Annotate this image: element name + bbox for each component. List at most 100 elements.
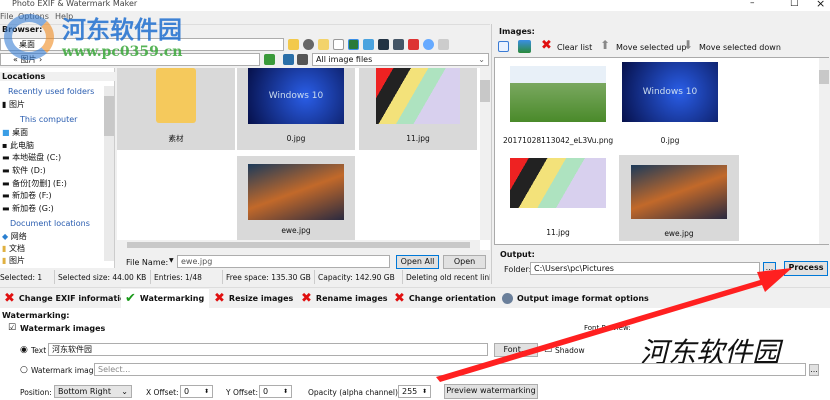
divider — [0, 24, 490, 25]
image-thumbnail — [510, 158, 606, 208]
chevron-down-icon: ⌄ — [121, 387, 128, 396]
tab-rename-images[interactable]: ✖ Rename images — [297, 289, 388, 308]
locations-panel: Locations Recently used folders ▮ 图片 Thi… — [0, 68, 115, 268]
arrow-up-icon: ⬆ — [600, 38, 611, 52]
location-item[interactable]: ▬ 软件 (D:) — [2, 165, 46, 176]
location-item[interactable]: ▬ 新加卷 (G:) — [2, 203, 54, 214]
menu-file[interactable]: File — [0, 12, 13, 21]
text-radio[interactable]: ◉ — [20, 345, 28, 355]
process-button[interactable]: Process — [784, 261, 828, 276]
image-radio-label: Watermark image — [31, 366, 99, 375]
watermark-checkbox[interactable]: ☑ — [8, 323, 16, 333]
locations-scrollbar[interactable] — [104, 86, 114, 261]
open-button[interactable]: Open — [443, 255, 486, 269]
stepper-arrows-icon[interactable]: ⬍ — [422, 387, 427, 397]
location-item[interactable]: ■ 桌面 — [2, 127, 28, 138]
stepper-arrows-icon[interactable]: ⬍ — [204, 387, 209, 397]
image-list-item[interactable]: ewe.jpg — [619, 155, 739, 241]
dropdown-arrow-icon[interactable]: ▼ — [169, 257, 174, 264]
watermark-text-input[interactable]: 河东软件园 — [48, 343, 488, 356]
image-radio[interactable]: ○ — [20, 365, 28, 375]
watermark-image-browse[interactable]: ... — [809, 364, 819, 376]
location-item[interactable]: ▪ 此电脑 — [2, 140, 34, 151]
details-icon[interactable] — [363, 39, 374, 50]
location-item[interactable]: ▬ 备份[勿删] (E:) — [2, 178, 67, 189]
back-icon[interactable] — [283, 54, 294, 65]
breadcrumb-text: « 图片 › — [13, 55, 43, 64]
file-item[interactable]: Windows 10 0.jpg — [237, 68, 355, 150]
move-down-button[interactable]: Move selected down — [699, 43, 781, 52]
preview-icon[interactable] — [378, 39, 389, 50]
clear-list-button[interactable]: Clear list — [557, 43, 592, 52]
stepper-arrows-icon[interactable]: ⬍ — [283, 387, 288, 397]
location-item[interactable]: ▮ 图片 — [2, 99, 25, 110]
tab-resize-images[interactable]: ✖ Resize images — [210, 289, 293, 308]
image-list-item[interactable]: 20171028113042_eL3Vu.png — [503, 62, 613, 146]
menu-help[interactable]: Help — [55, 12, 73, 21]
grid-view-icon[interactable] — [498, 41, 509, 52]
slideshow-icon[interactable] — [393, 39, 404, 50]
color-icon[interactable] — [408, 39, 419, 50]
search-icon[interactable] — [423, 39, 434, 50]
move-up-button[interactable]: Move selected up — [616, 43, 686, 52]
position-select[interactable]: Bottom Right ⌄ — [54, 385, 132, 398]
minimize-button[interactable]: – — [750, 0, 755, 8]
file-item[interactable]: ewe.jpg — [237, 156, 355, 240]
clear-list-icon: ✖ — [541, 38, 552, 53]
preview-pane-icon[interactable] — [438, 39, 449, 50]
settings-icon[interactable] — [303, 39, 314, 50]
disabled-x-icon: ✖ — [301, 291, 312, 306]
recent-group[interactable]: Recently used folders — [8, 87, 94, 96]
preview-watermark-button[interactable]: Preview watermarking — [444, 384, 538, 399]
watermark-image-input[interactable]: Select... — [94, 363, 806, 376]
tab-change-exif[interactable]: ✖ Change EXIF information — [0, 289, 131, 308]
splitter[interactable] — [491, 24, 492, 284]
new-folder-icon[interactable] — [288, 39, 299, 50]
file-type-filter[interactable]: All image files ⌄ — [312, 53, 489, 66]
location-item[interactable]: ▮ 图片 — [2, 255, 25, 266]
file-item[interactable]: 11.jpg — [359, 68, 477, 150]
font-button[interactable]: Font... — [494, 343, 538, 357]
location-item[interactable]: ▮ 文档 — [2, 243, 25, 254]
thumbnail-view-icon[interactable] — [348, 39, 359, 50]
location-item[interactable]: ▬ 新加卷 (F:) — [2, 190, 52, 201]
refresh-icon[interactable] — [264, 54, 275, 65]
file-item[interactable]: 素材 — [117, 68, 235, 150]
images-scrollbar[interactable] — [819, 58, 829, 244]
tab-watermarking[interactable]: ✔ Watermarking — [121, 289, 209, 308]
status-entries: Entries: 1/48 — [154, 273, 202, 282]
location-item[interactable]: ▬ 本地磁盘 (C:) — [2, 152, 61, 163]
close-button[interactable]: × — [816, 0, 825, 10]
filename-input[interactable]: ewe.jpg — [177, 255, 390, 268]
opacity-stepper[interactable]: 255 ⬍ — [398, 385, 431, 398]
thumbnail-view-icon[interactable] — [518, 40, 531, 53]
image-list-item[interactable]: 11.jpg — [503, 158, 613, 242]
tab-output-format[interactable]: Output image format options — [498, 289, 649, 308]
grid-vscrollbar[interactable] — [480, 68, 490, 240]
list-view-icon[interactable] — [333, 39, 344, 50]
location-item[interactable]: ◆ 网络 — [2, 231, 27, 242]
image-list-item[interactable]: Windows 10 0.jpg — [615, 62, 725, 146]
output-label: Output: — [500, 250, 535, 259]
status-selected: Selected: 1 — [0, 273, 43, 282]
locations-header: Locations — [0, 72, 115, 81]
docs-group[interactable]: Document locations — [10, 219, 90, 228]
favorites-icon[interactable] — [318, 39, 329, 50]
open-all-button[interactable]: Open All — [396, 255, 439, 269]
tab-change-orientation[interactable]: ✖ Change orientation — [390, 289, 496, 308]
arrow-down-icon: ⬇ — [683, 38, 694, 52]
shadow-checkbox[interactable]: ☐ — [544, 345, 552, 355]
breadcrumb[interactable]: « 图片 › — [0, 53, 260, 66]
grid-hscrollbar[interactable] — [117, 240, 480, 250]
y-offset-stepper[interactable]: 0 ⬍ — [259, 385, 292, 398]
y-offset-label: Y Offset: — [226, 388, 259, 397]
output-folder-input[interactable]: C:\Users\pc\Pictures — [530, 262, 760, 275]
computer-group[interactable]: This computer — [20, 115, 77, 124]
check-icon: ✔ — [125, 291, 136, 306]
x-offset-stepper[interactable]: 0 ⬍ — [180, 385, 213, 398]
forward-icon[interactable] — [297, 54, 308, 65]
output-browse-button[interactable]: ... — [763, 262, 776, 276]
path-combobox[interactable]: 桌面 — [0, 38, 284, 51]
menu-options[interactable]: Options — [18, 12, 49, 21]
maximize-button[interactable]: □ — [790, 0, 799, 8]
